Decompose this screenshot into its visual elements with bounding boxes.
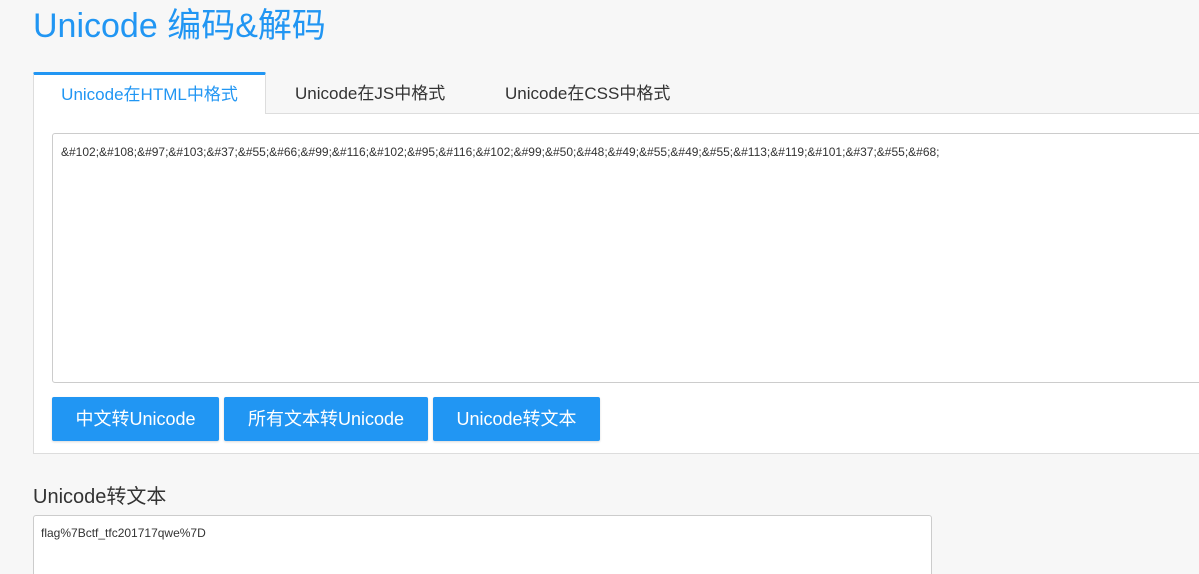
chinese-to-unicode-button[interactable]: 中文转Unicode bbox=[52, 397, 219, 441]
tab-js-format[interactable]: Unicode在JS中格式 bbox=[295, 72, 445, 114]
tab-html-format[interactable]: Unicode在HTML中格式 bbox=[33, 72, 266, 114]
result-label: Unicode转文本 bbox=[33, 486, 167, 508]
result-textarea[interactable]: flag%7Bctf_tfc201717qwe%7D bbox=[33, 515, 932, 574]
unicode-to-text-button[interactable]: Unicode转文本 bbox=[433, 397, 600, 441]
page: Unicode 编码&解码 Unicode在HTML中格式 Unicode在JS… bbox=[0, 0, 1199, 574]
unicode-input-textarea[interactable]: &#102;&#108;&#97;&#103;&#37;&#55;&#66;&#… bbox=[52, 133, 1199, 383]
format-tabs: Unicode在HTML中格式 Unicode在JS中格式 Unicode在CS… bbox=[33, 72, 1199, 114]
page-title: Unicode 编码&解码 bbox=[33, 7, 326, 45]
tab-css-format[interactable]: Unicode在CSS中格式 bbox=[505, 72, 670, 114]
all-text-to-unicode-button[interactable]: 所有文本转Unicode bbox=[224, 397, 428, 441]
